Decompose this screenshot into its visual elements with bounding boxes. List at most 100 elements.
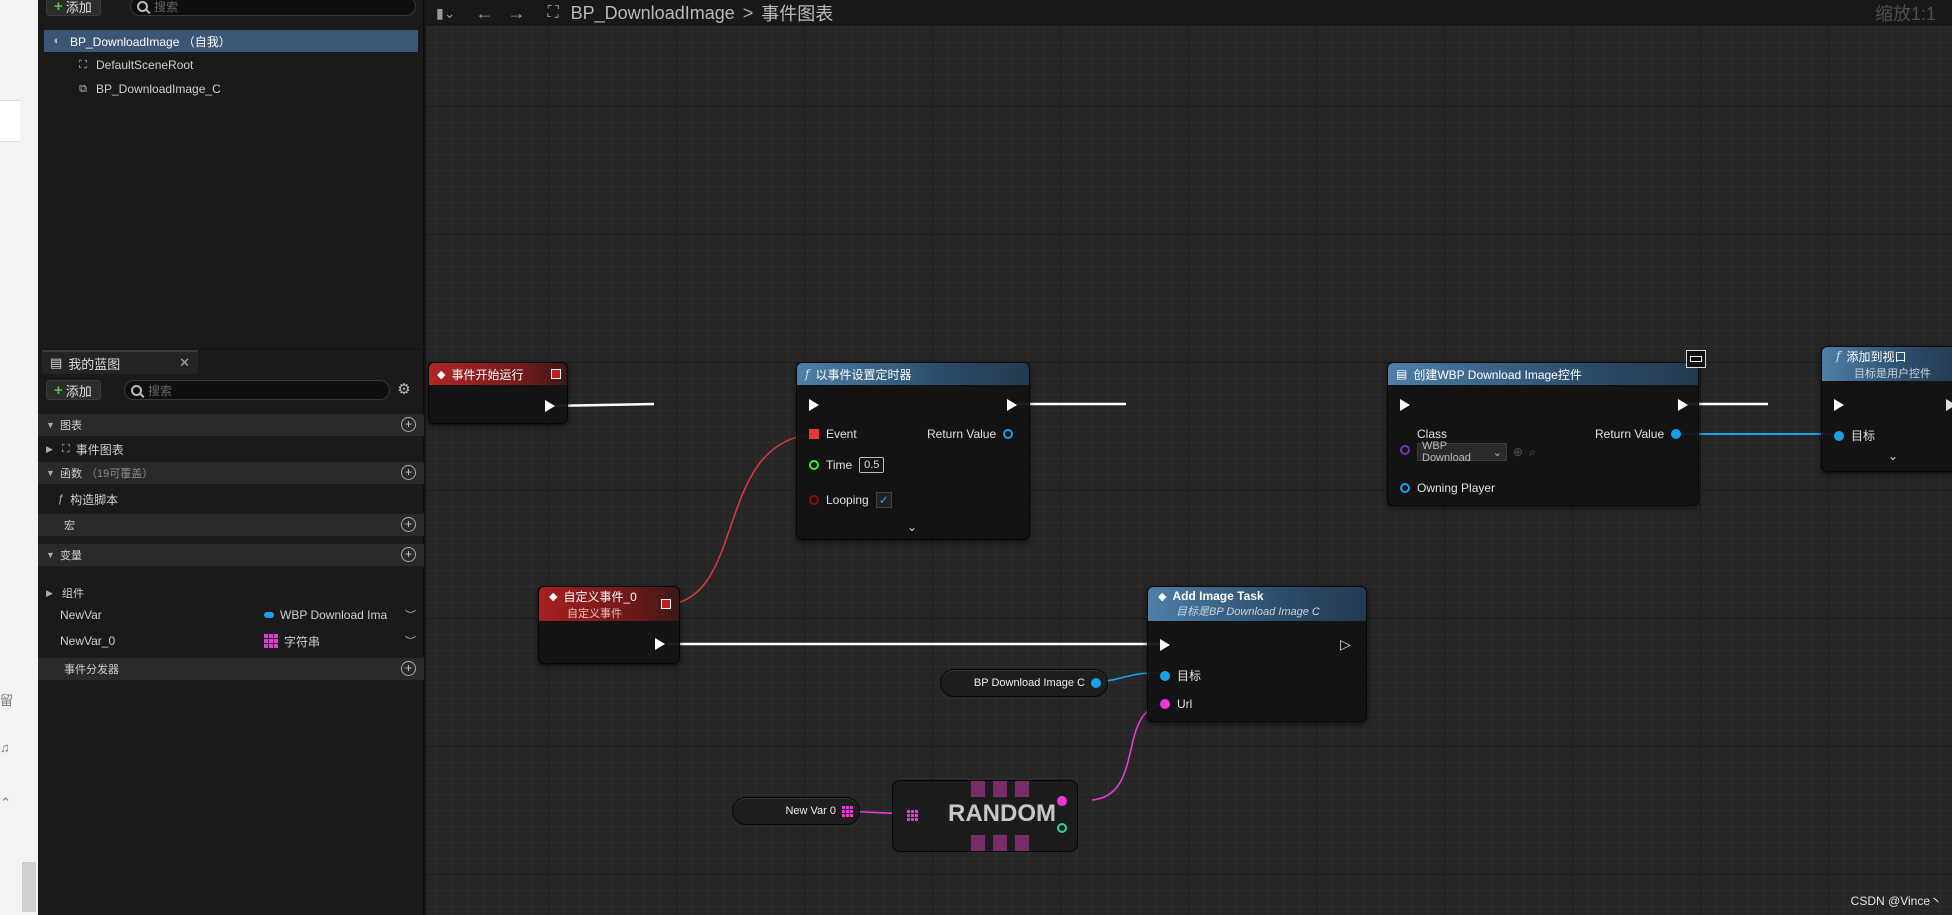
exec-input-pin[interactable] [1834,399,1844,411]
search-placeholder: 搜索 [148,383,173,398]
event-diamond-icon: ◆ [549,590,558,603]
blueprint-search-input[interactable]: 搜索 [124,380,390,400]
breadcrumb-separator: > [742,2,754,23]
breadcrumb-root[interactable]: BP_DownloadImage [571,3,735,24]
variable-row[interactable]: NewVar WBP Download Ima ︶ [38,604,424,626]
tree-item-self[interactable]: ◐ BP_DownloadImage （自我） [44,30,418,52]
function-icon: f [805,367,810,381]
eye-closed-icon[interactable]: ︶ [405,633,416,649]
pin-event[interactable]: Event [809,427,857,441]
pin-target[interactable]: 目标 [1834,427,1875,444]
exec-output-pin[interactable] [1946,399,1952,411]
chevron-down-icon[interactable]: ⌄ [907,520,917,534]
class-dropdown-value: WBP Download [1422,440,1471,464]
node-header: f 添加到视口 目标是用户控件 [1822,347,1952,381]
variable-row[interactable]: NewVar_0 字符串 ︶ [38,630,424,652]
strip-scrollbar[interactable] [22,862,36,912]
pin-target[interactable]: 目标 [1160,667,1201,684]
int-output-pin[interactable] [1057,823,1067,833]
variable-type[interactable]: 字符串 [264,633,320,650]
pin-owning-player[interactable]: Owning Player [1400,481,1495,495]
close-icon[interactable]: ✕ [179,355,190,371]
gear-icon[interactable]: ⚙ [396,382,412,398]
bookmark-icon[interactable]: ▮⌄ [436,5,455,22]
stripe-decoration [971,781,985,797]
event-graph-canvas[interactable]: ▮⌄ ← → ⛶ BP_DownloadImage > 事件图表 缩放1:1 ◆… [426,0,1952,915]
string-output-pin[interactable] [1057,796,1067,806]
plus-icon: + [54,0,63,15]
zoom-level: 缩放1:1 [1874,4,1936,24]
scene-root-icon: ⛶ [79,58,87,71]
breadcrumb-current: 事件图表 [761,4,834,24]
tree-item-default-scene-root[interactable]: ⛶ DefaultSceneRoot [44,54,418,76]
construction-script-item[interactable]: ƒ 构造脚本 [38,488,424,510]
graph-toolbar: ▮⌄ ← → ⛶ BP_DownloadImage > 事件图表 缩放1:1 [426,0,1952,26]
add-graph-icon[interactable]: + [401,417,416,432]
pin-return-value[interactable]: Return Value [1595,427,1682,441]
delegate-output-pin[interactable] [551,369,561,379]
pin-return-value[interactable]: Return Value [927,427,1014,441]
exec-output-outline-icon[interactable]: ▷ [1340,636,1351,653]
pin-label: Time [826,458,853,472]
node-title: RANDOM [948,800,1056,827]
object-pin-icon [1160,670,1170,681]
pin-time[interactable]: Time 0.5 [809,457,885,473]
variable-type[interactable]: WBP Download Ima [264,608,387,622]
add-macro-icon[interactable]: + [401,517,416,532]
node-self-reference[interactable]: BP Download Image C [940,669,1108,697]
section-variables[interactable]: ▼ 变量 + [38,544,424,566]
section-event-dispatchers[interactable]: 事件分发器 + [38,658,424,680]
section-functions[interactable]: ▼ 函数 （19可覆盖） + [38,462,424,484]
add-function-icon[interactable]: + [401,465,416,480]
looping-checkbox[interactable]: ✓ [875,492,892,508]
node-begin-play[interactable]: ◆ 事件开始运行 [428,362,568,424]
string-input-pin[interactable] [907,810,918,821]
collapse-arrow-icon: ▼ [46,420,55,430]
section-macros[interactable]: 宏 + [38,514,424,536]
section-graphs[interactable]: ▼ 图表 + [38,414,424,436]
add-dispatcher-icon[interactable]: + [401,661,416,676]
exec-output-pin[interactable] [545,400,555,412]
pin-looping[interactable]: Looping ✓ [809,492,892,508]
exec-input-pin[interactable] [809,399,819,411]
strip-arrow-icon: ⌃ [0,795,11,810]
components-category[interactable]: ▶ 组件 [38,584,424,602]
node-set-timer-by-event[interactable]: f 以事件设置定时器 Event Return Value Time 0.5 L… [796,362,1030,540]
node-title: 以事件设置定时器 [815,367,912,382]
expand-arrow-icon: ▶ [46,443,53,454]
forward-arrow-icon[interactable]: → [507,3,525,24]
time-input[interactable]: 0.5 [859,457,885,473]
back-arrow-icon[interactable]: ← [475,3,493,24]
exec-input-pin[interactable] [1400,399,1410,411]
chevron-down-icon[interactable]: ⌄ [1888,449,1898,463]
node-create-widget[interactable]: ▤ 创建WBP Download Image控件 Class WBP Downl… [1387,362,1699,506]
exec-output-pin[interactable] [1678,399,1688,411]
node-new-var-0[interactable]: New Var 0 [732,797,860,825]
object-pin-icon [1400,483,1410,493]
event-graph-item[interactable]: ▶ ⛶ 事件图表 [38,438,424,460]
node-custom-event[interactable]: ◆ 自定义事件_0 自定义事件 [538,586,680,664]
exec-output-pin[interactable] [655,638,665,650]
tree-item-widget-component[interactable]: ⧉ BP_DownloadImage_C [44,78,418,100]
widget-icon: ▤ [1396,367,1408,381]
pin-url[interactable]: Url [1160,697,1192,711]
node-add-to-viewport[interactable]: f 添加到视口 目标是用户控件 目标 ⌄ [1821,346,1952,472]
eye-closed-icon[interactable]: ︶ [405,607,416,623]
components-search-input[interactable]: 搜索 [130,0,416,16]
exec-input-pin[interactable] [1160,639,1170,651]
node-header: ▤ 创建WBP Download Image控件 [1388,363,1698,385]
add-member-button[interactable]: + 添加 [46,380,101,400]
node-label: BP Download Image C [973,677,1085,689]
add-variable-icon[interactable]: + [401,547,416,562]
delegate-output-pin[interactable] [661,599,671,609]
tab-my-blueprint[interactable]: ▤ 我的蓝图 ✕ [42,350,198,374]
use-selected-icon[interactable]: ⊕ [1513,445,1523,459]
exec-output-pin[interactable] [1007,399,1017,411]
node-add-image-task[interactable]: ◆ Add Image Task 目标是BP Download Image C ▷… [1147,586,1367,722]
pin-class[interactable]: Class WBP Download ⌄ ⊕ ⌕ [1400,427,1536,464]
browse-icon[interactable]: ⌕ [1529,445,1536,460]
add-component-button[interactable]: + 添加 [46,0,101,16]
class-dropdown[interactable]: WBP Download ⌄ [1417,440,1507,464]
node-random-string[interactable]: RANDOM [892,780,1078,852]
widget-component-icon: ⧉ [79,82,87,95]
